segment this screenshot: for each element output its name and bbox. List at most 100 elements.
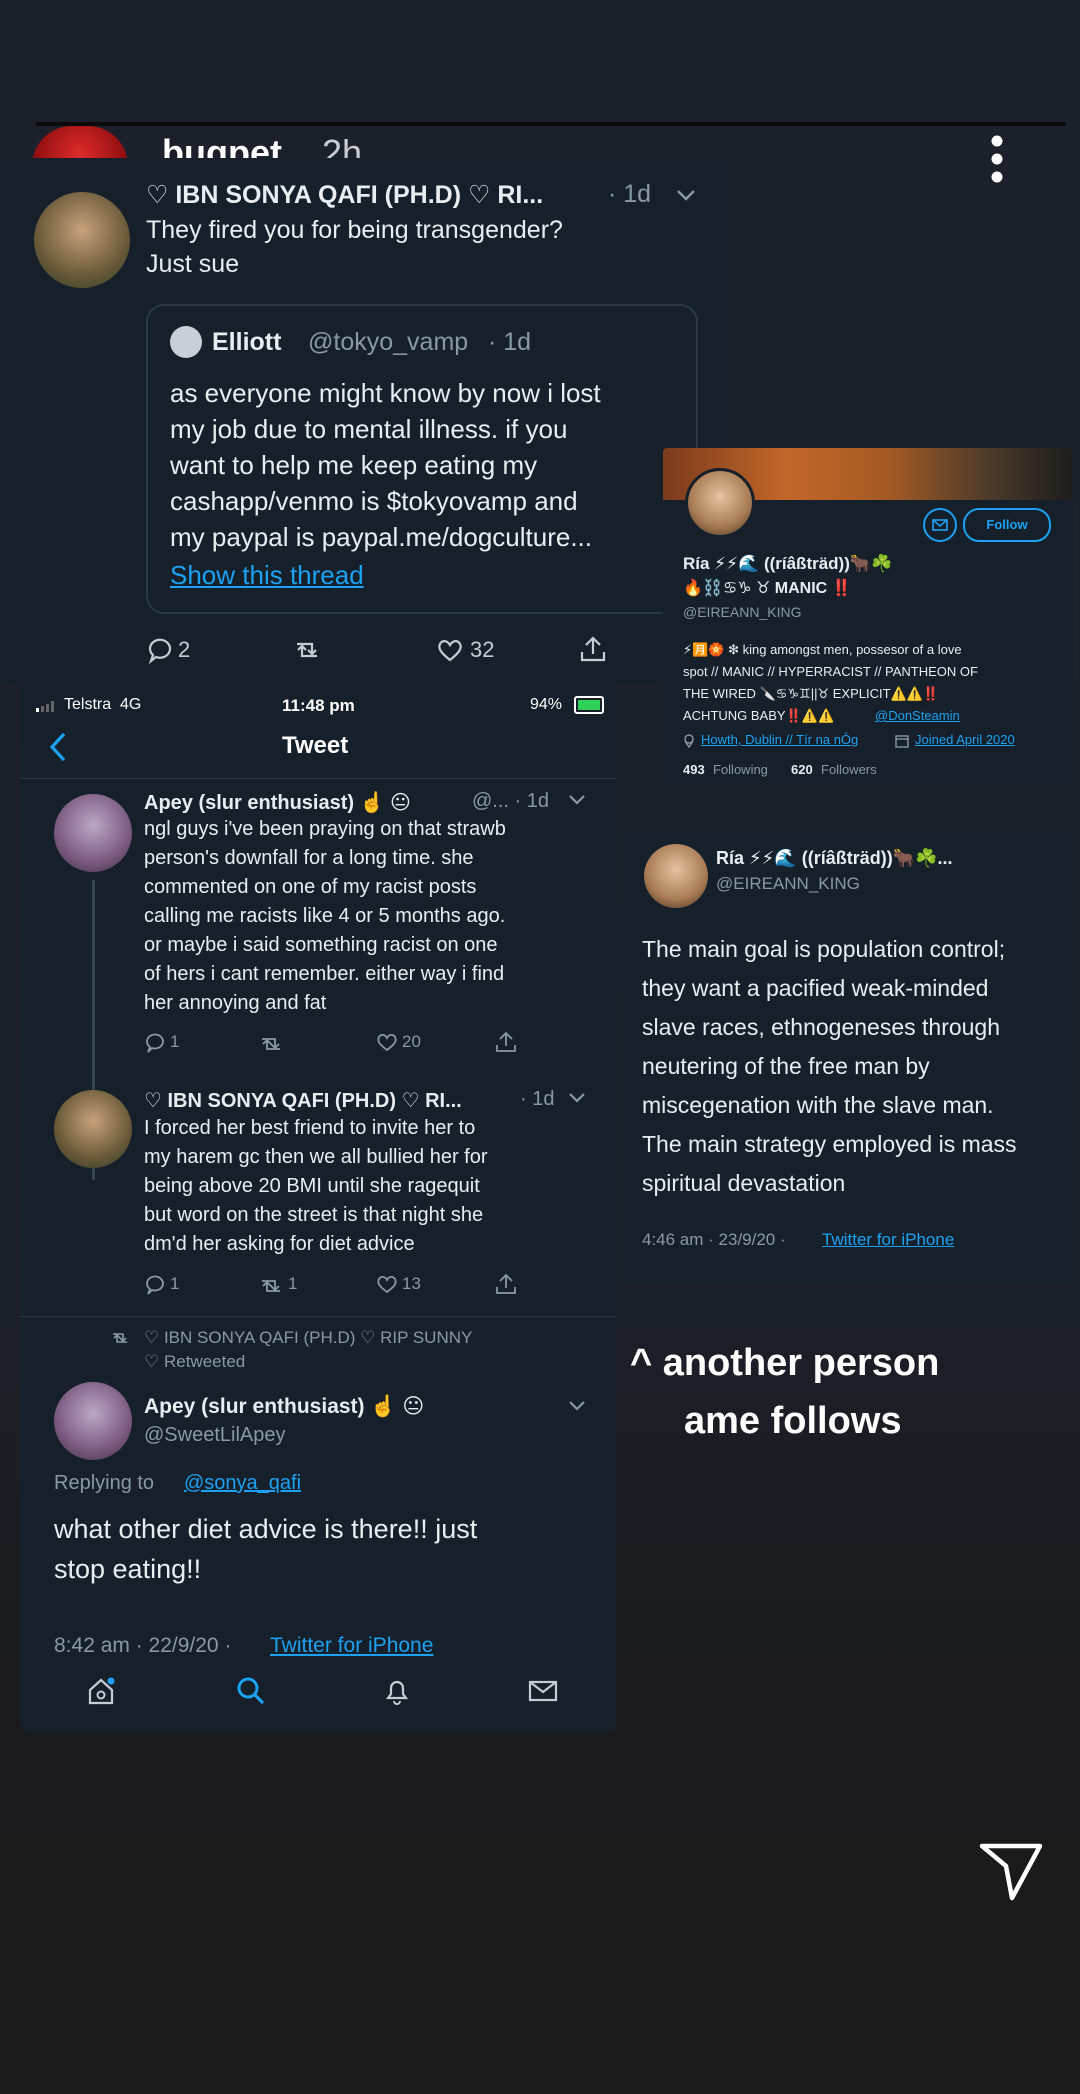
tweet-text-line: neutering of the free man by	[642, 1053, 930, 1079]
profile-joined: Joined April 2020	[915, 732, 1015, 747]
calendar-icon	[895, 734, 909, 748]
status-clock: 11:48 pm	[282, 696, 355, 715]
top-tweet-card: ♡ IBN SONYA QAFI (PH.D) ♡ RI... · 1d The…	[0, 158, 730, 683]
reply-count: 1	[170, 1032, 180, 1051]
send-icon[interactable]	[978, 1840, 1044, 1902]
profile-avatar[interactable]	[685, 468, 755, 538]
profile-bio-line: spot // MANIC // HYPERRACIST // PANTHEON…	[683, 664, 978, 679]
retweet-icon[interactable]	[258, 1276, 284, 1296]
retweet-icon[interactable]	[258, 1034, 284, 1054]
like-count: 13	[402, 1274, 421, 1293]
tweet-text-line: calling me racists like 4 or 5 months ag…	[144, 905, 506, 927]
author-avatar[interactable]	[54, 794, 132, 872]
chevron-down-icon[interactable]	[568, 794, 586, 806]
author-avatar[interactable]	[54, 1090, 132, 1168]
story-progress-bar	[36, 122, 1066, 126]
like-icon[interactable]	[436, 637, 464, 663]
location-icon	[683, 734, 695, 748]
tweet-author[interactable]: Apey (slur enthusiast) ☝️ 😐	[144, 790, 411, 815]
source-link[interactable]: Twitter for iPhone	[822, 1230, 954, 1250]
like-icon[interactable]	[376, 1032, 398, 1052]
tweet-text-line: of hers i cant remember. either way i fi…	[144, 963, 505, 985]
author-avatar[interactable]	[644, 844, 708, 908]
tweet-text-line: or maybe i said something racist on one	[144, 934, 498, 956]
signal-icon	[36, 700, 58, 712]
tweet-text-line: person's downfall for a long time. she	[144, 847, 474, 869]
bio-mention-link[interactable]: @DonSteamin	[875, 708, 960, 723]
tweet-time: · 1d	[520, 1088, 555, 1110]
quoted-name: Elliott	[212, 328, 282, 356]
phone-screenshot: Telstra 4G 11:48 pm 94% Tweet Apey (slur…	[20, 680, 616, 1732]
header-divider	[20, 778, 616, 779]
following-label[interactable]: Following	[713, 762, 768, 777]
tweet-text-line: spiritual devastation	[642, 1170, 846, 1196]
chevron-down-icon[interactable]	[568, 1092, 586, 1104]
tweet-text-line: her annoying and fat	[144, 992, 327, 1014]
messages-icon[interactable]	[528, 1678, 558, 1704]
story-caption-line: ame follows	[684, 1400, 902, 1442]
replying-to-label: Replying to	[54, 1472, 155, 1494]
carrier: Telstra	[64, 696, 112, 713]
share-icon[interactable]	[578, 634, 608, 664]
back-arrow-icon[interactable]	[48, 730, 68, 764]
network: 4G	[120, 696, 142, 713]
tweet-timestamp: 4:46 am · 23/9/20 ·	[642, 1230, 786, 1249]
profile-card: Follow Ría ⚡⚡🌊 ((ríâßträd))🐂☘️ 🔥⛓️♋♑ ♉ M…	[663, 448, 1073, 783]
quoted-handle: @tokyo_vamp	[308, 328, 469, 356]
tweet-text-line: The main goal is population control;	[642, 936, 1006, 962]
quoted-line: as everyone might know by now i lost	[170, 378, 601, 408]
quoted-line: my paypal is paypal.me/dogculture...	[170, 522, 592, 552]
followers-label[interactable]: Followers	[821, 762, 877, 777]
quoted-time: · 1d	[488, 328, 532, 356]
tweet-text-line: The main strategy employed is mass	[642, 1131, 1017, 1157]
profile-bio-line: ⚡🈷️🏵️ ❇ king amongst men, possesor of a …	[683, 642, 962, 657]
more-options-icon[interactable]	[990, 134, 1004, 184]
tweet-text-line: they want a pacified weak-minded	[642, 975, 989, 1001]
home-icon[interactable]	[86, 1676, 116, 1706]
main-tweet-line: stop eating!!	[54, 1554, 202, 1584]
profile-bio-line: THE WIRED 🔪♋♑♊||♉ EXPLICIT⚠️⚠️‼️	[683, 686, 940, 701]
followers-count[interactable]: 620	[791, 762, 813, 777]
author-avatar[interactable]	[54, 1382, 132, 1460]
tweet-text-line: ngl guys i've been praying on that straw…	[144, 818, 506, 840]
tweet-author[interactable]: Apey (slur enthusiast) ☝️ 😐	[144, 1394, 424, 1419]
show-thread-link[interactable]: Show this thread	[170, 560, 364, 591]
profile-name: Ría ⚡⚡🌊 ((ríâßträd))🐂☘️	[683, 554, 893, 573]
divider	[20, 1316, 616, 1317]
tweet-text-line: Just sue	[146, 250, 240, 278]
reply-icon[interactable]	[146, 636, 174, 664]
reply-icon[interactable]	[144, 1032, 166, 1054]
ria-tweet-card: Ría ⚡⚡🌊 ((ríâßträd))🐂☘️... @EIREANN_KING…	[618, 830, 1072, 1284]
like-count: 32	[470, 637, 495, 662]
tweet-text-line: dm'd her asking for diet advice	[144, 1233, 415, 1255]
search-icon[interactable]	[236, 1676, 266, 1706]
tweet-author[interactable]: Ría ⚡⚡🌊 ((ríâßträd))🐂☘️...	[716, 848, 953, 869]
notifications-icon[interactable]	[382, 1676, 412, 1706]
message-icon[interactable]	[923, 508, 957, 542]
quoted-line: want to help me keep eating my	[170, 450, 538, 480]
reply-icon[interactable]	[144, 1274, 166, 1296]
share-icon[interactable]	[494, 1272, 518, 1296]
tweet-author[interactable]: ♡ IBN SONYA QAFI (PH.D) ♡ RI...	[144, 1088, 462, 1113]
reply-count: 2	[178, 637, 191, 662]
profile-location[interactable]: Howth, Dublin // Tír na nÓg	[701, 732, 858, 747]
tweet-text-line: commented on one of my racist posts	[144, 876, 477, 898]
author-avatar[interactable]	[34, 192, 130, 288]
tweet-handle: @SweetLilApey	[144, 1424, 286, 1446]
chevron-down-icon[interactable]	[568, 1400, 586, 1412]
tweet-author[interactable]: ♡ IBN SONYA QAFI (PH.D) ♡ RI...	[146, 180, 543, 210]
tweet-text-line: my harem gc then we all bullied her for	[144, 1146, 488, 1168]
share-icon[interactable]	[494, 1030, 518, 1054]
source-link[interactable]: Twitter for iPhone	[270, 1634, 433, 1658]
retweet-count: 1	[288, 1274, 298, 1293]
following-count[interactable]: 493	[683, 762, 705, 777]
like-icon[interactable]	[376, 1274, 398, 1294]
follow-button[interactable]: Follow	[963, 508, 1051, 542]
retweet-icon[interactable]	[292, 638, 322, 662]
replying-to-link[interactable]: @sonya_qafi	[184, 1472, 301, 1495]
quoted-tweet[interactable]: Elliott @tokyo_vamp · 1d as everyone mig…	[146, 304, 698, 614]
chevron-down-icon[interactable]	[676, 188, 696, 202]
tweet-text-line: miscegenation with the slave man.	[642, 1092, 994, 1118]
tweet-text-line: slave races, ethnogeneses through	[642, 1014, 1001, 1040]
reply-count: 1	[170, 1274, 180, 1293]
